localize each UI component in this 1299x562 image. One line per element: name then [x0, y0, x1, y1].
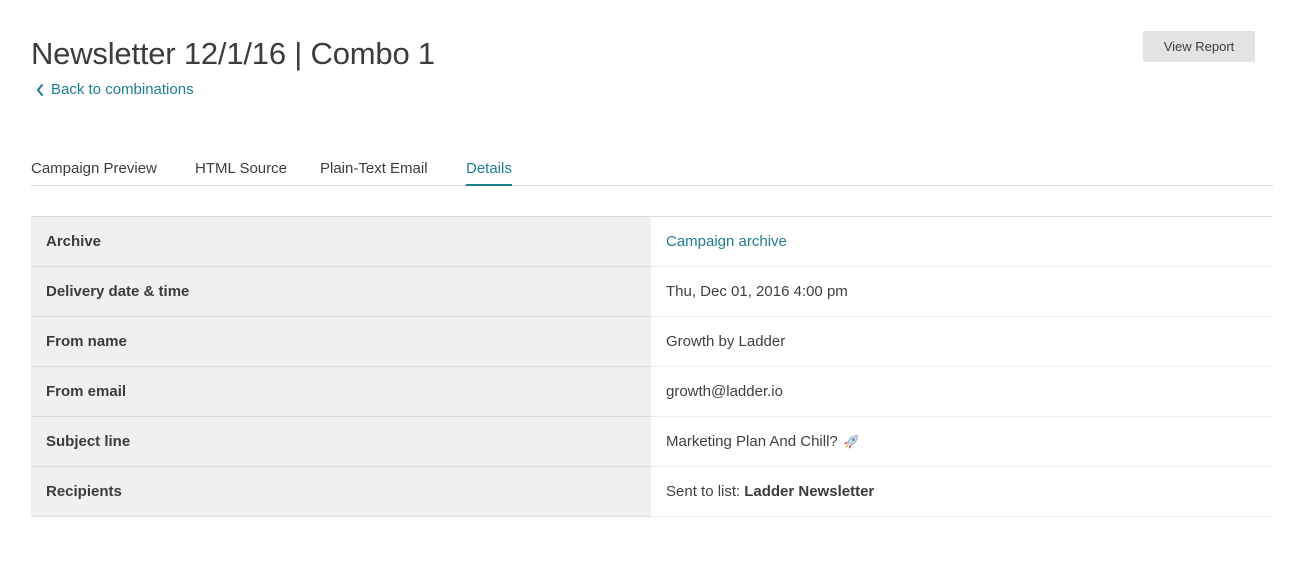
- from-name-value: Growth by Ladder: [651, 317, 1272, 367]
- page-title: Newsletter 12/1/16 | Combo 1: [31, 36, 435, 71]
- table-row: Delivery date & time Thu, Dec 01, 2016 4…: [31, 267, 1272, 317]
- recipients-label: Recipients: [31, 467, 651, 516]
- table-row: From email growth@ladder.io: [31, 367, 1272, 417]
- from-name-label: From name: [31, 317, 651, 366]
- recipients-value: Sent to list: Ladder Newsletter: [651, 467, 1272, 517]
- table-row: Subject line Marketing Plan And Chill?: [31, 417, 1272, 467]
- recipients-prefix: Sent to list:: [666, 483, 741, 500]
- table-row: Recipients Sent to list: Ladder Newslett…: [31, 467, 1272, 517]
- table-row: Archive Campaign archive: [31, 217, 1272, 267]
- chevron-left-icon: [37, 84, 43, 96]
- delivery-value: Thu, Dec 01, 2016 4:00 pm: [651, 267, 1272, 317]
- subject-value: Marketing Plan And Chill?: [651, 417, 1272, 467]
- rocket-icon: [844, 434, 858, 448]
- details-table: Archive Campaign archive Delivery date &…: [31, 216, 1272, 517]
- tab-html-source[interactable]: HTML Source: [195, 159, 287, 179]
- from-email-value: growth@ladder.io: [651, 367, 1272, 417]
- table-row: From name Growth by Ladder: [31, 317, 1272, 367]
- campaign-archive-link[interactable]: Campaign archive: [666, 233, 787, 250]
- recipients-list-name: Ladder Newsletter: [744, 483, 875, 500]
- tab-plain-text-email[interactable]: Plain-Text Email: [320, 159, 428, 179]
- archive-label: Archive: [31, 217, 651, 266]
- back-link-label: Back to combinations: [51, 81, 194, 98]
- tab-campaign-preview[interactable]: Campaign Preview: [31, 159, 157, 179]
- view-report-button[interactable]: View Report: [1143, 31, 1255, 62]
- tab-details[interactable]: Details: [466, 159, 512, 186]
- from-email-label: From email: [31, 367, 651, 416]
- subject-label: Subject line: [31, 417, 651, 466]
- delivery-label: Delivery date & time: [31, 267, 651, 316]
- archive-value: Campaign archive: [651, 217, 1272, 267]
- back-to-combinations-link[interactable]: Back to combinations: [35, 80, 194, 100]
- subject-text: Marketing Plan And Chill?: [666, 433, 838, 450]
- tab-bar: Campaign Preview HTML Source Plain-Text …: [31, 150, 1273, 186]
